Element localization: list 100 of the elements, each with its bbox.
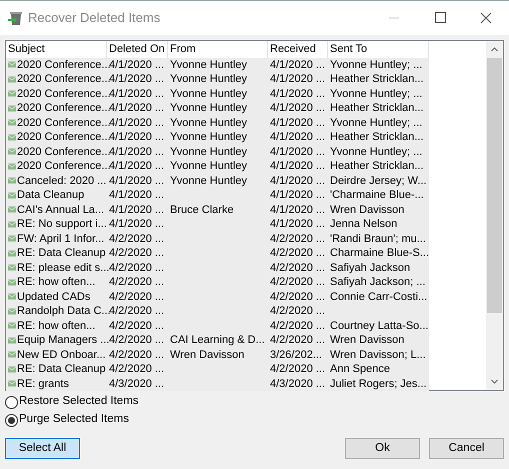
table-cell-text: 4/1/2020 ... [109, 130, 164, 145]
table-cell-text: Data Cleanup [17, 188, 84, 203]
radio-button[interactable] [5, 396, 18, 408]
table-cell-text: Wren Davisson [170, 348, 244, 362]
table-cell-text: 4/1/2020 ... [109, 188, 164, 203]
envelope-icon [8, 278, 16, 286]
scrollbar-thumb[interactable] [487, 58, 502, 313]
table-cell-text: Yvonne Huntley; ... [330, 86, 422, 102]
table-cell-text: 4/1/2020 ... [109, 116, 164, 130]
table-cell-text: Ann Spence [330, 362, 390, 377]
table-row[interactable]: FW: April 1 Infor... 4/2/2020 ... 4/2/2020 ... 'Randi Braun'; mu... [6, 232, 429, 246]
envelope-icon [8, 76, 16, 83]
table-cell-text: 4/2/2020 ... [109, 333, 164, 348]
table-cell-text: Yvonne Huntley [170, 86, 248, 102]
table-cell-text: Jenna Nelson [330, 217, 398, 232]
table-cell-text: Heather Stricklan... [330, 72, 424, 87]
table-row[interactable]: RE: No support i... 4/1/2020 ... 4/1/2020 ... Jenna Nelson [6, 217, 429, 232]
table-cell-text: Yvonne Huntley [170, 130, 248, 145]
table-cell-text: 4/1/2020 ... [109, 58, 164, 72]
table-row[interactable]: RE: please edit s...4/2/2020 ... 4/2/2020 ... Safiyah Jackson [6, 260, 429, 275]
table-row[interactable]: 2020 Conference...4/1/2020 ... Yvonne Huntley 4/1/2020 ... Yvonne Huntley; ... [6, 58, 429, 72]
table-cell-text: Connie Carr-Costi... [330, 290, 428, 304]
dialog-button[interactable]: Cancel [429, 438, 504, 459]
table-row[interactable]: 2020 Conference...4/1/2020 ... Yvonne Huntley 4/1/2020 ... Yvonne Huntley; ... [6, 116, 429, 130]
table-row[interactable]: RE: how often... 4/2/2020 ... 4/2/2020 ... Safiyah Jackson; ... [6, 275, 429, 290]
table-row[interactable]: 2020 Conference...4/1/2020 ... Yvonne Huntley 4/1/2020 ... Heather Stricklan... [6, 101, 429, 116]
table-row[interactable]: 2020 Conference...4/1/2020 ... Yvonne Huntley 4/1/2020 ... Heather Stricklan... [6, 130, 429, 144]
table-cell-text: RE: how often... [17, 275, 96, 290]
table-cell-text: 4/1/2020 ... [270, 72, 326, 87]
table-cell-text: RE: Data Cleanup [17, 362, 106, 377]
table-cell-text: 4/1/2020 ... [109, 72, 164, 87]
table-cell-text: 4/2/2020 ... [270, 362, 326, 377]
table-cell-text: Randolph Data C... [17, 304, 111, 319]
table-row[interactable]: Canceled: 2020 ... 4/1/2020 ... Yvonne Huntley 4/1/2020 ... Deirdre Jersey; W... [6, 174, 429, 188]
table-cell-text: 4/1/2020 ... [270, 130, 326, 145]
radio-label[interactable]: Purge Selected Items [19, 411, 129, 429]
table-row[interactable]: 2020 Conference...4/1/2020 ... Yvonne Huntley 4/1/2020 ... Yvonne Huntley; ... [6, 86, 429, 101]
table-cell-text: 3/26/202... [270, 348, 322, 362]
table-row[interactable]: 2020 Conference...4/1/2020 ... Yvonne Huntley 4/1/2020 ... Heather Stricklan... [6, 72, 429, 86]
envelope-icon [8, 308, 16, 315]
envelope-icon [8, 134, 16, 141]
table-row[interactable]: 2020 Conference...4/1/2020 ... Yvonne Huntley 4/1/2020 ... Heather Stricklan... [6, 159, 429, 174]
table-cell-text: 4/2/2020 ... [270, 318, 326, 334]
envelope-icon [8, 293, 16, 300]
table-cell-text: Yvonne Huntley [170, 58, 248, 72]
table-cell-text: 4/2/2020 ... [109, 304, 164, 319]
dialog-button[interactable]: Ok [345, 438, 420, 459]
table-cell-text: 4/3/2020 ... [270, 376, 326, 392]
table-row[interactable]: RE: Data Cleanup 4/2/2020 ... 4/2/2020 ... Charmaine Blue-S... [6, 246, 429, 260]
table-cell-text: 4/1/2020 ... [270, 101, 326, 116]
table-cell-text: 2020 Conference... [17, 130, 111, 145]
table-cell-text: CAI's Annual La... [17, 202, 104, 218]
envelope-icon [8, 206, 16, 214]
table-cell-text: Wren Davisson [330, 333, 404, 348]
table-cell-text: Equip Managers ... [17, 333, 110, 348]
table-cell-text: RE: how often... [17, 318, 96, 334]
table-row[interactable]: Data Cleanup 4/1/2020 ... 4/1/2020 ... 'Charmaine Blue-... [6, 188, 429, 202]
table-row[interactable]: Equip Managers ...4/2/2020 ... CAI Learning & D... 4/2/2020 ... Wren Davisson [6, 333, 429, 348]
table-cell-text: Yvonne Huntley; ... [330, 58, 422, 72]
table-cell-text: 2020 Conference... [17, 159, 111, 174]
radio-button[interactable] [5, 414, 18, 426]
envelope-icon [8, 220, 16, 228]
table-row[interactable]: RE: Data Cleanup 4/2/2020 ... 4/2/2020 ... Ann Spence [6, 362, 429, 376]
scrollbar[interactable] [486, 41, 503, 390]
table-cell-text: 2020 Conference... [17, 86, 111, 102]
table-cell-text: Charmaine Blue-S... [330, 246, 430, 261]
table-cell-text: Yvonne Huntley; ... [330, 144, 422, 160]
table-row[interactable]: 2020 Conference...4/1/2020 ... Yvonne Huntley 4/1/2020 ... Yvonne Huntley; ... [6, 144, 429, 159]
envelope-icon [8, 235, 16, 242]
table-cell-text: 4/1/2020 ... [270, 86, 326, 102]
table-cell-text: 4/3/2020 ... [109, 376, 164, 392]
table-row[interactable]: RE: how often... 4/2/2020 ... 4/2/2020 ... Courtney Latta-So... [6, 318, 429, 333]
envelope-icon [8, 162, 16, 170]
table-cell-text: 4/2/2020 ... [270, 275, 326, 290]
table-cell-text: 4/2/2020 ... [109, 362, 164, 377]
table-row[interactable]: New ED Onboar... 4/2/2020 ... Wren Davisson 3/26/202... Wren Davisson; L... [6, 348, 429, 362]
table-cell-text: 4/2/2020 ... [270, 333, 326, 348]
envelope-icon [8, 366, 16, 373]
table-row[interactable]: Randolph Data C...4/2/2020 ... 4/2/2020 ... [6, 304, 429, 318]
table-row[interactable]: CAI's Annual La... 4/1/2020 ... Bruce Clarke 4/1/2020 ... Wren Davisson [6, 202, 429, 217]
envelope-icon [8, 90, 16, 98]
table-cell-text: 4/1/2020 ... [270, 58, 326, 72]
table-cell-text: Yvonne Huntley [170, 116, 248, 130]
table-cell-text: Juliet Rogers; Jes... [330, 376, 427, 392]
envelope-icon [8, 351, 16, 358]
table-cell-text: Courtney Latta-So... [330, 318, 428, 334]
table-cell-text: 4/2/2020 ... [270, 246, 326, 261]
table-cell-text: 4/2/2020 ... [109, 246, 164, 261]
radio-label[interactable]: Restore Selected Items [19, 393, 139, 411]
table-row[interactable]: Updated CADs 4/2/2020 ... 4/2/2020 ... Connie Carr-Costi... [6, 290, 429, 304]
table-cell-text: 4/2/2020 ... [109, 275, 164, 290]
envelope-icon [8, 250, 16, 257]
table-row[interactable]: RE: grants 4/3/2020 ... 4/3/2020 ... Juliet Rogers; Jes... [6, 376, 429, 391]
table-cell-text: 4/1/2020 ... [109, 159, 164, 174]
table-cell-text: Bruce Clarke [170, 202, 234, 218]
dialog-button[interactable]: Select All [5, 438, 80, 459]
table-cell-text: New ED Onboar... [17, 348, 106, 362]
table-cell-text: Deirdre Jersey; W... [330, 174, 427, 188]
table-cell-text: 4/1/2020 ... [270, 188, 326, 203]
table-cell-text: 4/2/2020 ... [109, 318, 164, 334]
